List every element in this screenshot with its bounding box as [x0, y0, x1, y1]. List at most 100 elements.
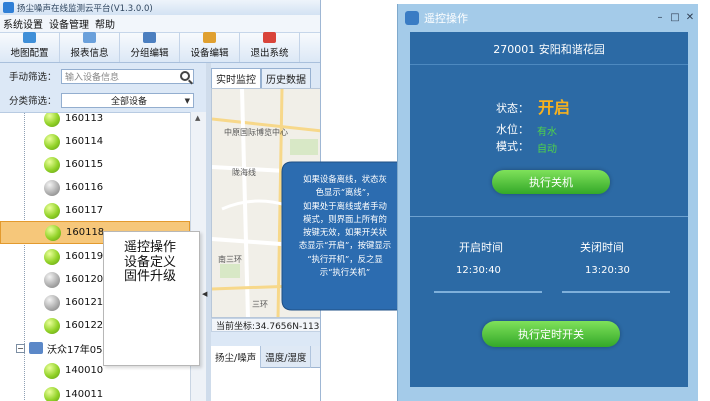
online-status-icon	[44, 386, 60, 401]
dialog-title: 遥控操作	[424, 12, 468, 25]
start-time-underline	[434, 291, 542, 293]
execute-power-button[interactable]: 执行关机	[492, 170, 610, 194]
minimize-icon[interactable]: –	[655, 13, 665, 23]
exit-button[interactable]: 退出系统	[240, 32, 300, 62]
mode-label: 模式：	[496, 140, 529, 153]
device-row[interactable]: 140011	[0, 383, 190, 401]
tab-dust-noise[interactable]: 扬尘/噪声	[211, 346, 262, 368]
toolbar: 地图配置 报表信息 分组编辑 设备编辑 退出系统	[0, 32, 320, 63]
station-name: 270001 安阳和谐花园	[493, 43, 605, 56]
close-icon[interactable]: ✕	[685, 13, 695, 23]
water-level-label: 水位：	[496, 123, 529, 136]
device-edit-label: 设备编辑	[190, 48, 229, 59]
offline-status-icon	[44, 294, 60, 311]
device-row[interactable]: 160115	[0, 153, 190, 176]
device-id: 160118	[66, 227, 105, 238]
device-id: 140010	[65, 365, 104, 376]
callout-line: “执行开机”，反之显	[307, 253, 383, 264]
report-icon	[83, 32, 96, 43]
device-row[interactable]: 160114	[0, 130, 190, 153]
remote-device-icon	[45, 224, 61, 241]
device-row[interactable]: 160113	[0, 113, 190, 130]
chevron-down-icon[interactable]: ▼	[185, 97, 190, 105]
collapse-left-arrow-icon[interactable]: ◀	[202, 290, 207, 298]
report-label: 报表信息	[70, 48, 109, 59]
mode-value: 自动	[537, 144, 557, 155]
offline-status-icon	[44, 179, 60, 196]
exit-label: 退出系统	[250, 48, 289, 59]
device-id: 160116	[65, 182, 104, 193]
close-time-value[interactable]: 13:20:30	[585, 265, 630, 276]
app-title: 扬尘噪声在线监测云平台(V1.3.0.0)	[17, 3, 153, 14]
map-label-ring: 三环	[252, 300, 268, 309]
online-status-icon	[44, 133, 60, 150]
category-filter-row: 分类筛选： 全部设备 ▼	[0, 91, 205, 109]
device-row[interactable]: 160116	[0, 176, 190, 199]
close-time-underline	[562, 291, 670, 293]
data-tabs: 扬尘/噪声 温度/湿度	[211, 346, 320, 368]
online-status-icon	[44, 156, 60, 173]
group-edit-icon	[143, 32, 156, 43]
search-placeholder: 输入设备信息	[65, 72, 120, 83]
online-status-icon	[44, 248, 60, 265]
callout-line: 模式，则界面上所有的	[303, 213, 387, 224]
search-icon[interactable]	[180, 70, 190, 81]
tab-temperature-humidity[interactable]: 温度/湿度	[261, 346, 312, 368]
category-select[interactable]: 全部设备 ▼	[61, 92, 194, 108]
device-search-input[interactable]: 输入设备信息	[61, 68, 194, 84]
map-config-icon	[23, 32, 36, 43]
tab-realtime-monitor[interactable]: 实时监控	[211, 68, 261, 88]
device-id: 160117	[65, 205, 104, 216]
device-edit-button[interactable]: 设备编辑	[180, 32, 240, 62]
device-id: 160120	[65, 274, 104, 285]
scroll-up-arrow-icon[interactable]: ▲	[195, 114, 200, 122]
device-id: 160114	[65, 136, 104, 147]
menubar: 系统设置 设备管理 帮助	[0, 15, 320, 33]
menu-device-management[interactable]: 设备管理	[49, 16, 89, 31]
app-logo-icon	[3, 2, 14, 13]
tab-history-data[interactable]: 历史数据	[261, 68, 311, 88]
dialog-titlebar: 遥控操作 – □ ✕	[398, 4, 699, 31]
callout-line: 示“执行关机”	[319, 267, 371, 278]
divider	[410, 216, 688, 217]
callout-text: 如果设备离线，状态灰 色显示“离线”， 如果处于离线或者手动 模式，则界面上所有…	[281, 173, 409, 279]
device-row[interactable]: 160117	[0, 199, 190, 222]
exit-icon	[263, 32, 276, 43]
map-config-button[interactable]: 地图配置	[0, 32, 60, 62]
app-titlebar: 扬尘噪声在线监测云平台(V1.3.0.0)	[0, 0, 320, 15]
callout-line: 按键无效，如果开关状	[303, 227, 387, 238]
online-status-icon	[44, 202, 60, 219]
context-menu: 遥控操作 设备定义 固件升级	[103, 231, 200, 366]
menu-help[interactable]: 帮助	[95, 16, 115, 31]
callout-line: 色显示“离线”，	[315, 187, 375, 198]
group-icon	[29, 342, 43, 354]
device-id: 160113	[65, 113, 104, 124]
group-edit-label: 分组编辑	[130, 48, 169, 59]
dialog-logo-icon	[405, 11, 419, 25]
device-id: 160121	[65, 297, 104, 308]
start-time-value[interactable]: 12:30:40	[456, 265, 501, 276]
online-status-icon	[44, 113, 60, 127]
maximize-icon[interactable]: □	[670, 13, 680, 23]
map-config-label: 地图配置	[10, 48, 49, 59]
map-label-railway: 陇海线	[232, 168, 256, 177]
start-time-label: 开启时间	[459, 241, 503, 254]
execute-timer-button[interactable]: 执行定时开关	[482, 321, 620, 347]
online-status-icon	[44, 362, 60, 379]
report-button[interactable]: 报表信息	[60, 32, 120, 62]
map-label-south-ring: 南三环	[218, 255, 242, 264]
coordinate-readout: 当前坐标:34.7656N-113.	[211, 318, 320, 332]
monitoring-app-window: 扬尘噪声在线监测云平台(V1.3.0.0) 系统设置 设备管理 帮助 地图配置 …	[0, 0, 321, 401]
collapse-icon[interactable]: −	[16, 343, 25, 353]
divider	[410, 64, 688, 65]
device-edit-icon	[203, 32, 216, 43]
water-level-value: 有水	[537, 127, 557, 138]
close-time-label: 关闭时间	[580, 241, 624, 254]
dialog-body: 270001 安阳和谐花园 状态： 开启 水位： 有水 模式： 自动 执行关机 …	[410, 32, 688, 387]
device-group-row[interactable]: − 沃众17年05月	[16, 340, 112, 356]
group-edit-button[interactable]: 分组编辑	[120, 32, 180, 62]
search-filter-label: 手动筛选：	[9, 72, 57, 83]
menu-firmware-upgrade[interactable]: 固件升级	[124, 265, 176, 284]
menu-system-settings[interactable]: 系统设置	[3, 16, 43, 31]
search-filter-row: 手动筛选： 输入设备信息	[0, 67, 205, 85]
